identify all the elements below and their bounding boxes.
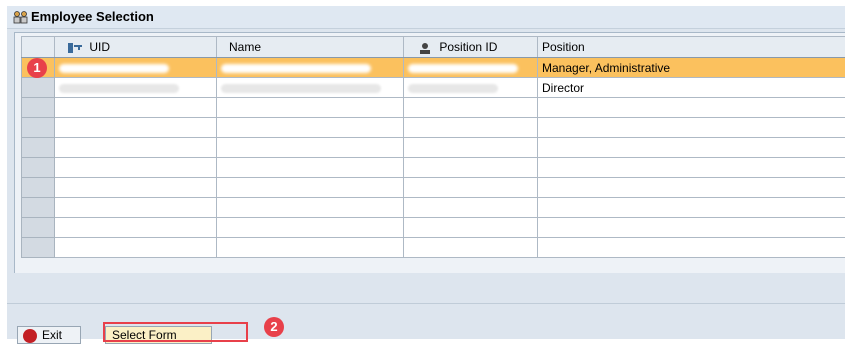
name-cell[interactable] <box>217 78 404 98</box>
uid-cell[interactable] <box>55 238 217 258</box>
employee-table: UID Name Position ID Position <box>21 36 845 258</box>
position-id-cell[interactable] <box>404 218 538 238</box>
row-selector[interactable] <box>22 198 55 218</box>
row-selector[interactable] <box>22 218 55 238</box>
exit-icon <box>23 329 37 343</box>
position-id-cell[interactable] <box>404 198 538 218</box>
name-cell[interactable] <box>217 198 404 218</box>
column-header-uid[interactable]: UID <box>55 37 217 58</box>
column-label-position: Position <box>542 40 585 54</box>
uid-cell[interactable] <box>55 178 217 198</box>
row-selector-header[interactable] <box>22 37 55 58</box>
uid-cell[interactable] <box>55 138 217 158</box>
column-label-name: Name <box>221 40 261 54</box>
key-icon <box>67 42 83 54</box>
column-label-position-id: Position ID <box>439 40 497 54</box>
employee-grid-area: UID Name Position ID Position <box>14 32 845 273</box>
row-selector[interactable] <box>22 178 55 198</box>
column-header-position[interactable]: Position <box>538 37 845 58</box>
position-cell[interactable] <box>538 138 845 158</box>
position-cell[interactable] <box>538 158 845 178</box>
position-cell[interactable] <box>538 198 845 218</box>
position-id-cell[interactable] <box>404 238 538 258</box>
table-row[interactable] <box>22 118 845 138</box>
page-title: Employee Selection <box>31 9 154 24</box>
name-cell[interactable] <box>217 238 404 258</box>
uid-cell[interactable] <box>55 158 217 178</box>
table-row[interactable] <box>22 158 845 178</box>
position-id-cell[interactable] <box>404 178 538 198</box>
employees-group-icon <box>13 10 29 24</box>
position-id-cell[interactable] <box>404 138 538 158</box>
position-id-cell[interactable] <box>404 58 538 78</box>
table-row[interactable] <box>22 218 845 238</box>
uid-cell[interactable] <box>55 218 217 238</box>
position-id-cell[interactable] <box>404 158 538 178</box>
table-row[interactable] <box>22 138 845 158</box>
name-cell[interactable] <box>217 98 404 118</box>
exit-button[interactable]: Exit <box>17 326 81 344</box>
column-label-uid: UID <box>89 40 110 54</box>
position-cell[interactable] <box>538 98 845 118</box>
person-icon <box>418 42 432 54</box>
position-id-cell[interactable] <box>404 78 538 98</box>
row-selector[interactable] <box>22 118 55 138</box>
title-bar: Employee Selection <box>7 6 845 29</box>
position-cell[interactable] <box>538 218 845 238</box>
column-header-name[interactable]: Name <box>217 37 404 58</box>
exit-label: Exit <box>42 328 62 342</box>
row-selector[interactable] <box>22 238 55 258</box>
position-cell[interactable]: Manager, Administrative <box>538 58 845 78</box>
table-row[interactable]: Director <box>22 78 845 98</box>
row-selector[interactable] <box>22 98 55 118</box>
position-cell[interactable] <box>538 118 845 138</box>
position-cell[interactable] <box>538 178 845 198</box>
row-selector[interactable] <box>22 78 55 98</box>
step-marker-2: 2 <box>264 317 284 337</box>
table-row[interactable] <box>22 238 845 258</box>
column-header-position-id[interactable]: Position ID <box>404 37 538 58</box>
name-cell[interactable] <box>217 178 404 198</box>
position-id-cell[interactable] <box>404 98 538 118</box>
position-id-cell[interactable] <box>404 118 538 138</box>
name-cell[interactable] <box>217 218 404 238</box>
row-selector[interactable] <box>22 158 55 178</box>
uid-cell[interactable] <box>55 118 217 138</box>
select-form-highlight-box <box>103 322 248 342</box>
name-cell[interactable] <box>217 158 404 178</box>
table-row[interactable] <box>22 98 845 118</box>
table-row[interactable]: Manager, Administrative <box>22 58 845 78</box>
table-row[interactable] <box>22 198 845 218</box>
uid-cell[interactable] <box>55 98 217 118</box>
uid-cell[interactable] <box>55 198 217 218</box>
name-cell[interactable] <box>217 118 404 138</box>
uid-cell[interactable] <box>55 78 217 98</box>
table-header-row: UID Name Position ID Position <box>22 37 845 58</box>
row-selector[interactable] <box>22 138 55 158</box>
position-cell[interactable]: Director <box>538 78 845 98</box>
step-marker-1: 1 <box>27 58 47 78</box>
name-cell[interactable] <box>217 138 404 158</box>
table-row[interactable] <box>22 178 845 198</box>
name-cell[interactable] <box>217 58 404 78</box>
uid-cell[interactable] <box>55 58 217 78</box>
position-cell[interactable] <box>538 238 845 258</box>
